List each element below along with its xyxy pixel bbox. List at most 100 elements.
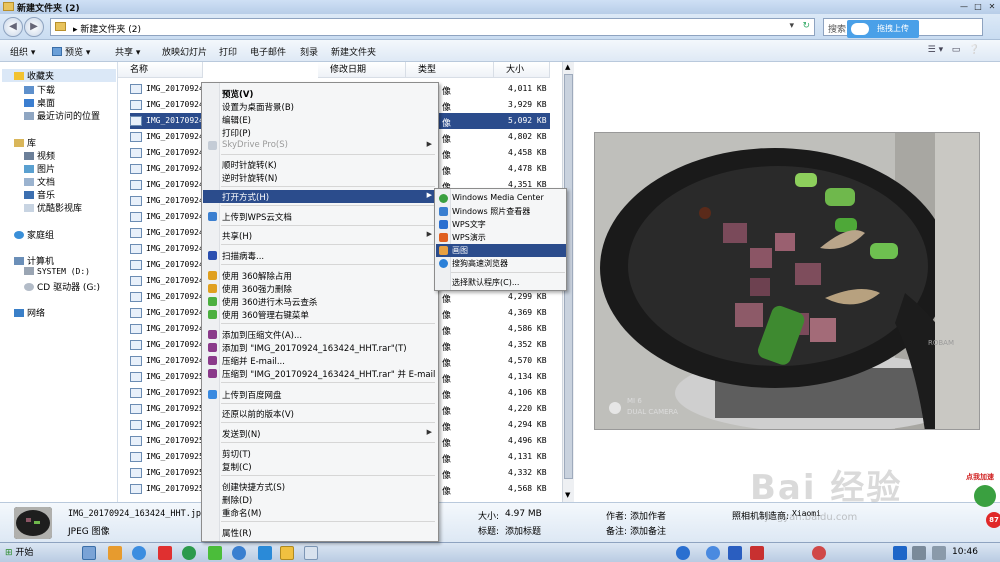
email-button[interactable]: 电子邮件 (250, 45, 286, 58)
menu-item-scan-virus[interactable]: 扫描病毒... (203, 249, 438, 262)
menu-item-share[interactable]: 共享(H) ▶ (203, 229, 438, 242)
sidebar-item-favorites[interactable]: 收藏夹 (2, 69, 116, 82)
menu-item-send-to[interactable]: 发送到(N) ▶ (203, 427, 438, 440)
chevron-down-icon[interactable]: ▾ (789, 21, 794, 31)
menu-item-360-delete[interactable]: 使用 360强力删除 (203, 282, 438, 295)
details-title-value[interactable]: 添加标题 (505, 524, 541, 537)
qq-browser-taskbar-icon[interactable] (232, 546, 246, 560)
scroll-up-icon[interactable]: ▲ (565, 63, 570, 71)
menu-item-edit[interactable]: 编辑(E) (203, 113, 438, 126)
new-folder-button[interactable]: 新建文件夹 (331, 45, 376, 58)
close-button[interactable]: ✕ (986, 1, 998, 12)
menu-item-add-archive[interactable]: 添加到压缩文件(A)... (203, 328, 438, 341)
share-button[interactable]: 共享 ▾ (115, 45, 140, 58)
print-button[interactable]: 打印 (219, 45, 237, 58)
sidebar-item-computer[interactable]: 计算机 (14, 254, 54, 267)
menu-item-compress-email[interactable]: 压缩并 E-mail... (203, 354, 438, 367)
sidebar-item-recent[interactable]: 最近访问的位置 (24, 109, 100, 122)
menu-item-rotate-cw[interactable]: 顺时针旋转(K) (203, 158, 438, 171)
sidebar-item-drive-d[interactable]: SYSTEM (D:) (24, 267, 90, 276)
bluetooth-tray-icon[interactable] (893, 546, 907, 560)
sidebar-item-videos[interactable]: 视频 (24, 149, 55, 162)
menu-item-rename[interactable]: 重命名(M) (203, 506, 438, 519)
menu-item-cut[interactable]: 剪切(T) (203, 447, 438, 460)
menu-item-paint[interactable]: 画图 (436, 244, 566, 257)
media-player-taskbar-icon[interactable] (108, 546, 122, 560)
menu-item-upload-wps[interactable]: 上传到WPS云文档 (203, 210, 438, 223)
menu-item-360-unlock[interactable]: 使用 360解除占用 (203, 269, 438, 282)
menu-item-windows-media-center[interactable]: Windows Media Center (436, 192, 566, 205)
menu-item-create-shortcut[interactable]: 创建快捷方式(S) (203, 480, 438, 493)
menu-item-restore[interactable]: 还原以前的版本(V) (203, 407, 438, 420)
menu-item-preview[interactable]: 预览(V) (203, 87, 438, 100)
burn-button[interactable]: 刻录 (300, 45, 318, 58)
menu-item-print[interactable]: 打印(P) (203, 126, 438, 139)
column-header-name[interactable]: 名称 (118, 62, 203, 78)
wps-taskbar-icon[interactable] (258, 546, 272, 560)
menu-item-copy[interactable]: 复制(C) (203, 460, 438, 473)
slideshow-button[interactable]: 放映幻灯片 (162, 45, 207, 58)
menu-item-open-with[interactable]: 打开方式(H) ▶ (203, 190, 438, 203)
back-button[interactable]: ◀ (3, 17, 23, 37)
explorer-taskbar-icon[interactable] (82, 546, 96, 560)
taskbar-clock[interactable]: 10:46 (952, 547, 978, 557)
view-options-icon[interactable]: ☰ ▾ ▭ ❔ (928, 45, 980, 55)
sync-tray-icon[interactable] (706, 546, 720, 560)
shield-tray-icon[interactable] (728, 546, 742, 560)
app-taskbar-icon[interactable] (158, 546, 172, 560)
sidebar-item-pictures[interactable]: 图片 (24, 162, 55, 175)
sidebar-item-libraries[interactable]: 库 (14, 136, 36, 149)
details-comment-value[interactable]: 添加备注 (630, 524, 666, 537)
antivirus-tray-icon[interactable] (812, 546, 826, 560)
menu-item-choose-default[interactable]: 选择默认程序(C)... (436, 276, 566, 289)
scroll-down-icon[interactable]: ▼ (565, 491, 570, 499)
sidebar-item-network[interactable]: 网络 (14, 306, 45, 319)
sidebar-item-drive-g[interactable]: CD 驱动器 (G:) (24, 280, 100, 293)
preview-button[interactable]: 预览 ▾ (52, 45, 90, 58)
menu-item-label: 压缩并 E-mail... (222, 357, 285, 367)
minimize-button[interactable]: — (958, 1, 970, 12)
browser-taskbar-icon[interactable] (132, 546, 146, 560)
forward-button[interactable]: ▶ (24, 17, 44, 37)
address-bar[interactable]: ▸ 新建文件夹 (2) ▾ ↻ (50, 18, 815, 36)
menu-item-sogou-browser[interactable]: 搜狗高速浏览器 (436, 257, 566, 270)
column-header-type[interactable]: 类型 (406, 62, 494, 78)
breadcrumb[interactable]: ▸ 新建文件夹 (2) (73, 22, 141, 35)
menu-item-properties[interactable]: 属性(R) (203, 526, 438, 539)
menu-item-360-trojan[interactable]: 使用 360进行木马云查杀 (203, 295, 438, 308)
organize-button[interactable]: 组织 ▾ (10, 45, 35, 58)
start-button[interactable]: ⊞ 开始 (2, 545, 36, 561)
window-taskbar-icon[interactable] (304, 546, 318, 560)
speedup-promo[interactable]: 点我加速 87 (962, 470, 1000, 530)
menu-item-add-rar[interactable]: 添加到 "IMG_20170924_163424_HHT.rar"(T) (203, 341, 438, 354)
sidebar-item-youku[interactable]: 优酷影视库 (24, 201, 82, 214)
sidebar-item-desktop[interactable]: 桌面 (24, 96, 55, 109)
column-header-size[interactable]: 大小 (494, 62, 550, 78)
menu-item-upload-baidu[interactable]: 上传到百度网盘 (203, 388, 438, 401)
details-author-value[interactable]: 添加作者 (630, 509, 666, 522)
sidebar-item-documents[interactable]: 文档 (24, 175, 55, 188)
column-header-modified[interactable]: 修改日期 (318, 62, 406, 78)
menu-item-360-menu[interactable]: 使用 360管理右键菜单 (203, 308, 438, 321)
help-tray-icon[interactable] (676, 546, 690, 560)
network-tray-icon[interactable] (912, 546, 926, 560)
refresh-icon[interactable]: ↻ (802, 21, 810, 31)
sidebar-item-downloads[interactable]: 下载 (24, 83, 55, 96)
menu-item-compress-rar-email[interactable]: 压缩到 "IMG_20170924_163424_HHT.rar" 并 E-ma… (203, 367, 438, 380)
chrome-taskbar-icon[interactable] (182, 546, 196, 560)
baidu-upload-badge[interactable]: 拖拽上传 (847, 20, 919, 38)
menu-item-wps-presentation[interactable]: WPS演示 (436, 231, 566, 244)
security-tray-icon[interactable] (750, 546, 764, 560)
menu-item-wps-writer[interactable]: WPS文字 (436, 218, 566, 231)
sidebar-item-music[interactable]: 音乐 (24, 188, 55, 201)
menu-item-skydrive[interactable]: SkyDrive Pro(S) ▶ (203, 139, 438, 152)
menu-item-photo-viewer[interactable]: Windows 照片查看器 (436, 205, 566, 218)
maximize-button[interactable]: □ (972, 1, 984, 12)
volume-tray-icon[interactable] (932, 546, 946, 560)
menu-item-rotate-ccw[interactable]: 逆时针旋转(N) (203, 171, 438, 184)
menu-item-delete[interactable]: 删除(D) (203, 493, 438, 506)
ie-taskbar-icon[interactable] (208, 546, 222, 560)
folder-taskbar-icon[interactable] (280, 546, 294, 560)
sidebar-item-homegroup[interactable]: 家庭组 (14, 228, 54, 241)
menu-item-set-background[interactable]: 设置为桌面背景(B) (203, 100, 438, 113)
